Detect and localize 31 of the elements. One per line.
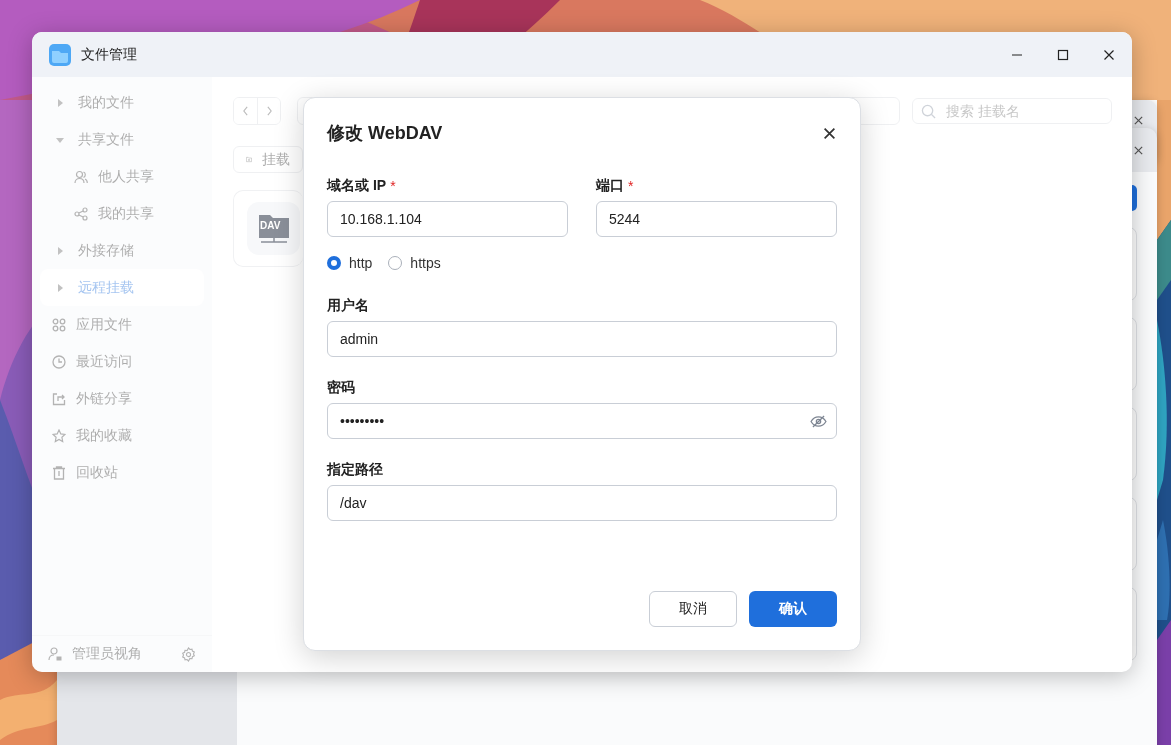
sidebar-item[interactable]: 最近访问 [40,343,204,380]
admin-view-label: 管理员视角 [72,645,142,663]
field-label: 指定路径 [327,461,383,479]
confirm-button[interactable]: 确认 [749,591,837,627]
mount-card[interactable]: DAV [233,190,303,267]
required-mark: * [628,178,634,194]
webdav-drive-icon: DAV [247,202,300,255]
password-field[interactable]: ••••••••• [327,403,837,439]
input-field[interactable]: admin [327,321,837,357]
field-label: 密码 [327,379,355,397]
sidebar-item[interactable]: 远程挂载 [40,269,204,306]
sidebar-item[interactable]: 应用文件 [40,306,204,343]
sidebar-item[interactable]: 共享文件 [40,121,204,158]
sidebar-item[interactable]: 外接存储 [40,232,204,269]
field-label: 域名或 IP [327,177,387,195]
radio-option[interactable]: http [327,255,373,271]
input-field[interactable]: 10.168.1.104 [327,201,568,237]
sidebar-item[interactable]: 外链分享 [40,380,204,417]
dialog-title: 修改 WebDAV [327,122,443,145]
mount-button[interactable]: 挂载 [233,146,303,173]
sidebar-item[interactable]: 我的共享 [40,195,204,232]
field-label: 用户名 [327,297,369,315]
sidebar-item[interactable]: 他人共享 [40,158,204,195]
sidebar-item[interactable]: 我的收藏 [40,417,204,454]
required-mark: * [390,178,396,194]
field-label: 端口 [596,177,624,195]
sidebar-item[interactable]: 回收站 [40,454,204,491]
cancel-button[interactable]: 取消 [649,591,737,627]
radio-option[interactable]: https [388,255,441,271]
input-field[interactable]: /dav [327,485,837,521]
input-field[interactable]: 5244 [596,201,837,237]
